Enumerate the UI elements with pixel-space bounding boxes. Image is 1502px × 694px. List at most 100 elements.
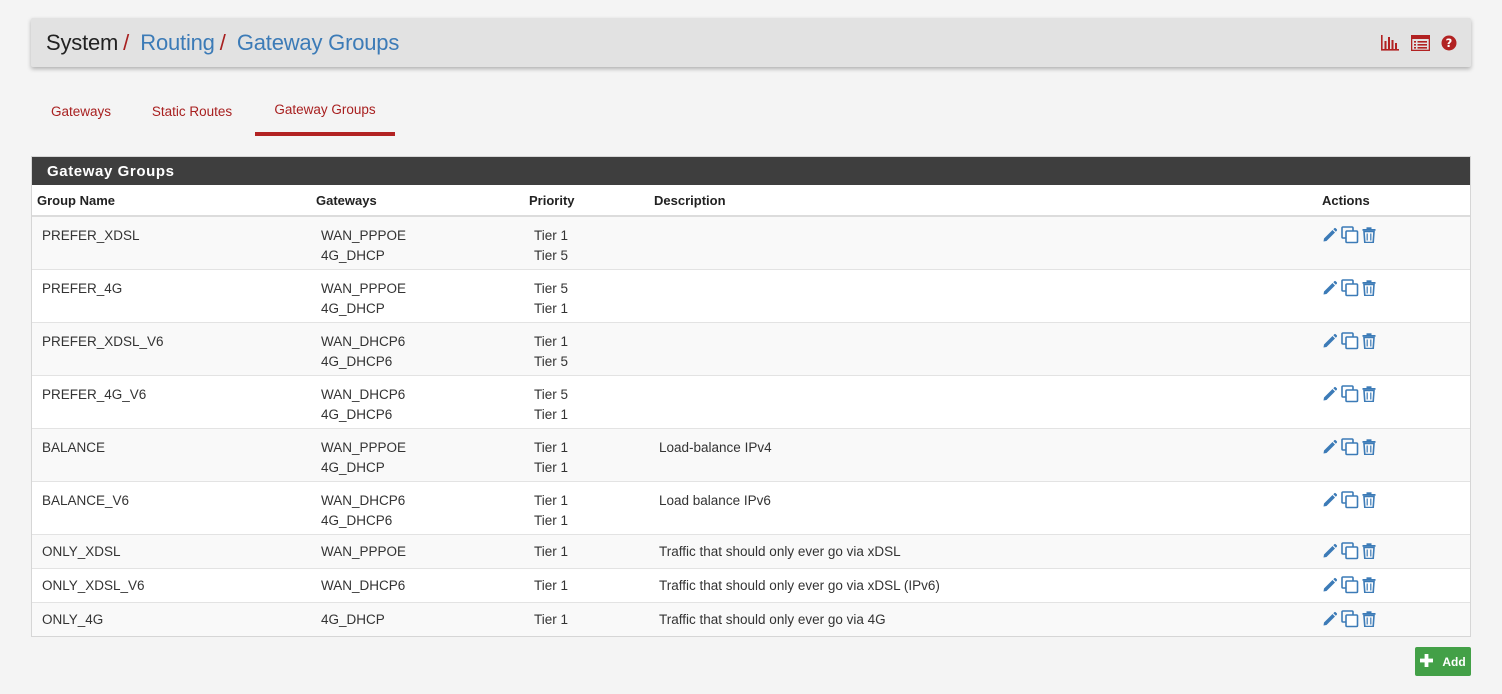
edit-icon[interactable]: [1322, 439, 1338, 455]
svg-text:?: ?: [1446, 36, 1453, 50]
priority-tier: Tier 5: [534, 248, 569, 263]
breadcrumb: System / Routing / Gateway Groups ?: [31, 18, 1471, 67]
edit-icon[interactable]: [1322, 280, 1338, 296]
description-cell: Traffic that should only ever go via 4G: [649, 601, 1317, 636]
table-row: BALANCE WAN_PPPOE 4G_DHCP Tier 1 Tier 1 Load-…: [32, 427, 1470, 481]
copy-icon[interactable]: [1341, 331, 1359, 350]
delete-icon[interactable]: [1362, 491, 1376, 508]
actions-cell: [1317, 268, 1470, 322]
breadcrumb-routing-link[interactable]: Routing: [140, 31, 215, 54]
description-cell: [649, 374, 1317, 428]
edit-icon[interactable]: [1322, 543, 1338, 559]
description-cell: Traffic that should only ever go via xDS…: [649, 567, 1317, 602]
gateway-name: WAN_PPPOE: [321, 439, 407, 455]
gateways-cell: WAN_PPPOE 4G_DHCP: [311, 268, 524, 322]
row-actions: [1322, 575, 1470, 594]
priority-tier: Tier 1: [534, 512, 569, 528]
row-actions: [1322, 490, 1470, 509]
copy-icon[interactable]: [1341, 609, 1359, 628]
column-header-description[interactable]: Description: [649, 185, 1317, 217]
copy-icon[interactable]: [1341, 278, 1359, 297]
priority-cell: Tier 1: [524, 601, 649, 636]
priority-tier: Tier 1: [534, 577, 569, 593]
copy-icon[interactable]: [1341, 226, 1359, 244]
actions-cell: [1317, 533, 1470, 568]
priority-tier: Tier 1: [534, 300, 569, 316]
priority-tier: Tier 5: [534, 353, 569, 369]
row-actions: [1322, 384, 1470, 403]
delete-icon[interactable]: [1362, 438, 1376, 455]
edit-icon[interactable]: [1322, 577, 1338, 593]
bar-chart-icon[interactable]: [1380, 34, 1400, 51]
gateway-name: 4G_DHCP6: [321, 353, 393, 369]
table-row: PREFER_XDSL WAN_PPPOE 4G_DHCP Tier 1 Tier 5: [32, 216, 1470, 269]
actions-cell: [1317, 480, 1470, 534]
tab-gateway-groups[interactable]: Gateway Groups: [255, 86, 395, 136]
table-row: ONLY_XDSL WAN_PPPOE Tier 1 Traffic that sho…: [32, 533, 1470, 568]
copy-icon[interactable]: [1341, 541, 1359, 560]
column-header-group-name[interactable]: Group Name: [32, 185, 311, 217]
priority-cell: Tier 1 Tier 1: [524, 480, 649, 534]
edit-icon[interactable]: [1322, 492, 1338, 508]
row-actions: [1322, 226, 1470, 244]
group-name-cell: PREFER_4G_V6: [32, 374, 311, 428]
copy-icon[interactable]: [1341, 490, 1359, 509]
actions-cell: [1317, 567, 1470, 602]
copy-icon[interactable]: [1341, 437, 1359, 456]
description-cell: [649, 321, 1317, 375]
description-cell: Traffic that should only ever go via xDS…: [649, 533, 1317, 568]
gateway-name: 4G_DHCP6: [321, 406, 393, 422]
priority-cell: Tier 1 Tier 1: [524, 427, 649, 481]
column-header-priority[interactable]: Priority: [524, 185, 649, 217]
delete-icon[interactable]: [1362, 385, 1376, 402]
gateways-cell: WAN_DHCP6 4G_DHCP6: [311, 374, 524, 428]
delete-icon[interactable]: [1362, 542, 1376, 559]
help-icon[interactable]: ?: [1441, 35, 1457, 51]
priority-tier: Tier 1: [534, 543, 569, 559]
priority-tier: Tier 1: [534, 333, 569, 349]
table-row: ONLY_4G 4G_DHCP Tier 1 Traffic that should …: [32, 601, 1470, 636]
gateways-cell: WAN_PPPOE: [311, 533, 524, 568]
priority-tier: Tier 5: [534, 386, 569, 402]
group-name-cell: PREFER_XDSL: [32, 216, 311, 269]
column-header-gateways[interactable]: Gateways: [311, 185, 524, 217]
description-cell: Load balance IPv6: [649, 480, 1317, 534]
add-button[interactable]: Add: [1415, 647, 1471, 676]
group-name-cell: ONLY_4G: [32, 601, 311, 636]
tab-static-routes[interactable]: Static Routes: [135, 86, 249, 136]
add-button-label: Add: [1442, 654, 1466, 669]
priority-tier: Tier 5: [534, 280, 569, 296]
gateways-cell: WAN_DHCP6 4G_DHCP6: [311, 480, 524, 534]
panel-title: Gateway Groups: [32, 157, 1470, 185]
gateway-groups-panel: Gateway Groups Group Name Gateways Prior…: [31, 156, 1471, 637]
edit-icon[interactable]: [1322, 611, 1338, 627]
delete-icon[interactable]: [1362, 279, 1376, 296]
edit-icon[interactable]: [1322, 333, 1338, 349]
priority-cell: Tier 1: [524, 533, 649, 568]
delete-icon[interactable]: [1362, 610, 1376, 627]
column-header-actions: Actions: [1317, 185, 1470, 217]
actions-cell: [1317, 374, 1470, 428]
actions-cell: [1317, 427, 1470, 481]
table-row: PREFER_4G WAN_PPPOE 4G_DHCP Tier 5 Tier 1: [32, 268, 1470, 322]
breadcrumb-gateway-groups-link[interactable]: Gateway Groups: [237, 31, 399, 54]
delete-icon[interactable]: [1362, 332, 1376, 349]
table-header-row: Group Name Gateways Priority Description…: [32, 185, 1470, 217]
gateway-name: WAN_DHCP6: [321, 386, 406, 402]
gateway-name: WAN_DHCP6: [321, 577, 406, 593]
group-name-cell: PREFER_XDSL_V6: [32, 321, 311, 375]
copy-icon[interactable]: [1341, 384, 1359, 403]
group-name-cell: ONLY_XDSL: [32, 533, 311, 568]
delete-icon[interactable]: [1362, 576, 1376, 593]
priority-tier: Tier 1: [534, 439, 569, 455]
copy-icon[interactable]: [1341, 575, 1359, 594]
tab-gateways[interactable]: Gateways: [37, 86, 125, 136]
delete-icon[interactable]: [1362, 227, 1376, 243]
edit-icon[interactable]: [1322, 227, 1338, 243]
log-list-icon[interactable]: [1411, 34, 1430, 51]
priority-tier: Tier 1: [534, 611, 569, 627]
gateways-cell: 4G_DHCP: [311, 601, 524, 636]
edit-icon[interactable]: [1322, 386, 1338, 402]
gateway-name: 4G_DHCP: [321, 300, 385, 316]
header-icons: ?: [1380, 34, 1457, 51]
